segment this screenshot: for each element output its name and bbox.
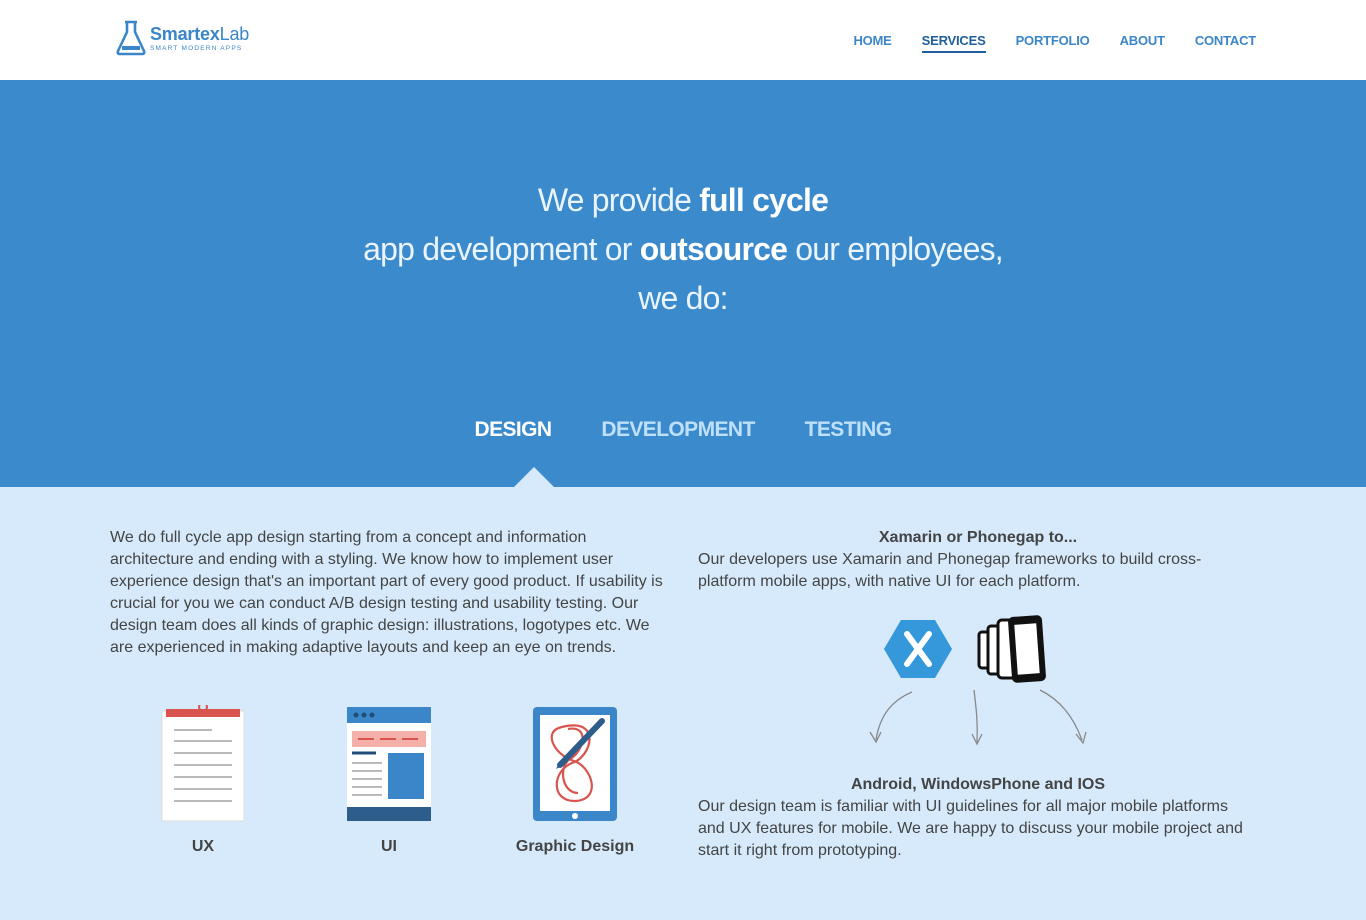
service-label-ux: UX (191, 838, 215, 855)
tablet-drawing-icon (533, 707, 617, 821)
frameworks-title: Xamarin or Phonegap to... (878, 529, 1078, 546)
design-description: We do full cycle app design starting fro… (110, 527, 670, 659)
phonegap-icon (977, 615, 1046, 683)
clipboard-icon (161, 705, 245, 822)
browser-layout-icon (347, 707, 431, 821)
design-services: UX UI Graphic Design (110, 705, 670, 865)
hero-section: We provide full cycle app development or… (0, 80, 1366, 487)
xamarin-icon (884, 620, 952, 678)
main-nav: HOME SERVICES PORTFOLIO ABOUT CONTACT (823, 33, 1256, 53)
frameworks-text: Our developers use Xamarin and Phonegap … (698, 551, 1202, 590)
platforms-text: Our design team is familiar with UI guid… (698, 798, 1243, 859)
frameworks-diagram (698, 612, 1258, 752)
service-tabs: DESIGN DEVELOPMENT TESTING (0, 418, 1366, 442)
nav-about[interactable]: ABOUT (1120, 33, 1165, 53)
frameworks-block: Xamarin or Phonegap to... Our developers… (698, 527, 1258, 593)
logo[interactable]: SmartexLab SMART MODERN APPS (116, 20, 256, 60)
hero-headline: We provide full cycle app development or… (363, 182, 1004, 316)
brand-name: SmartexLab (150, 24, 250, 44)
brand-tagline: SMART MODERN APPS (150, 45, 243, 52)
active-tab-pointer (514, 467, 554, 487)
tab-design[interactable]: DESIGN (475, 418, 553, 442)
nav-home[interactable]: HOME (853, 33, 891, 53)
flask-icon (116, 20, 146, 56)
platforms-title: Android, WindowsPhone and IOS (850, 776, 1106, 793)
tab-development[interactable]: DEVELOPMENT (601, 418, 755, 442)
header: SmartexLab SMART MODERN APPS HOME SERVIC… (0, 0, 1366, 80)
nav-portfolio[interactable]: PORTFOLIO (1016, 33, 1090, 53)
tab-testing[interactable]: TESTING (805, 418, 892, 442)
design-paragraph: We do full cycle app design starting fro… (110, 529, 663, 656)
service-label-graphic-design: Graphic Design (515, 838, 635, 855)
diagram-arrows (869, 689, 1087, 746)
platforms-block: Android, WindowsPhone and IOS Our design… (698, 774, 1258, 862)
nav-contact[interactable]: CONTACT (1195, 33, 1256, 53)
diagram-graphic (869, 615, 1087, 746)
nav-services[interactable]: SERVICES (921, 33, 986, 53)
service-label-ui: UI (381, 838, 397, 855)
